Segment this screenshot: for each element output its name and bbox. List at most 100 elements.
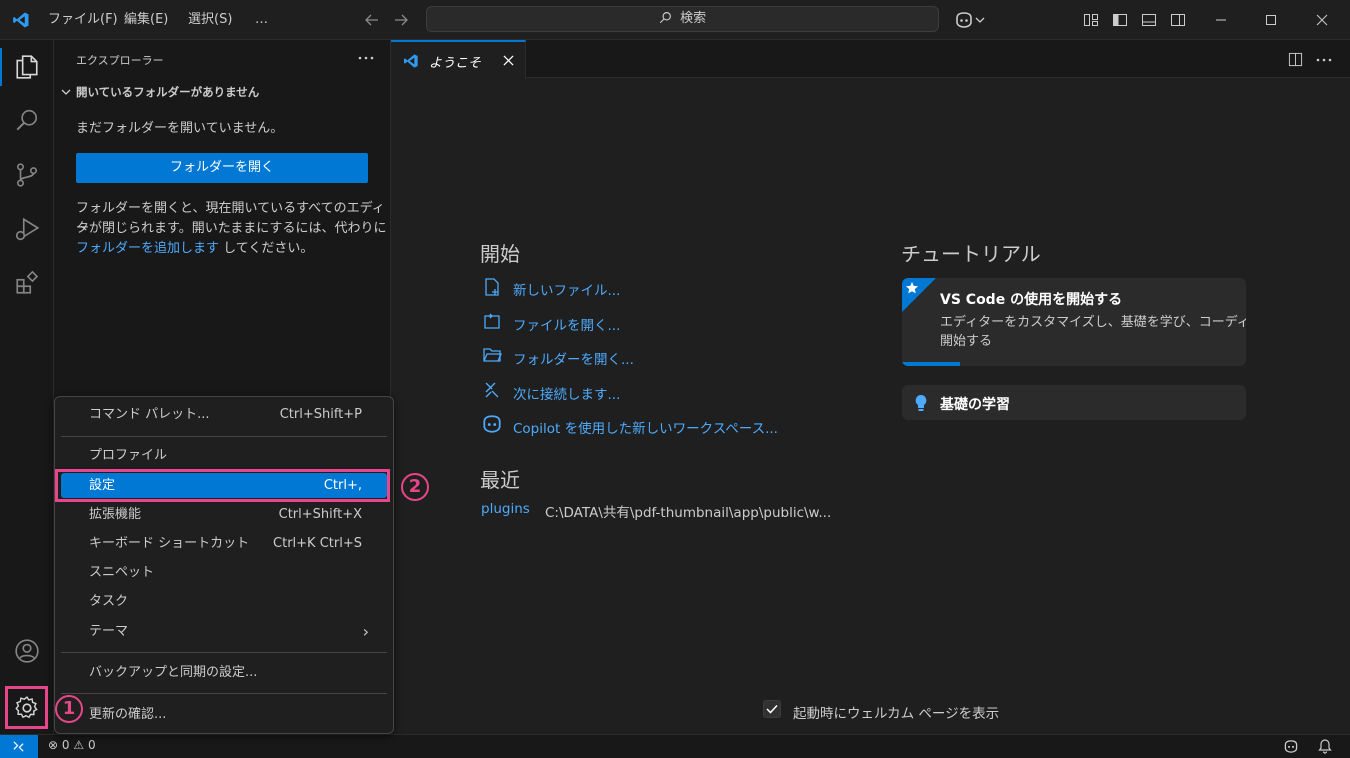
extensions-icon[interactable] xyxy=(14,270,40,296)
copilot-icon[interactable] xyxy=(954,11,974,29)
menu-item-command-palette[interactable]: コマンド パレット... Ctrl+Shift+P xyxy=(61,402,387,427)
editor-tab-bar: ようこそ xyxy=(391,40,1350,79)
source-control-icon[interactable] xyxy=(14,162,40,188)
tutorial-card-desc-line2: 開始する xyxy=(940,334,993,349)
more-actions-icon[interactable] xyxy=(358,53,374,63)
search-icon xyxy=(659,12,671,24)
vscode-logo-icon xyxy=(404,54,418,68)
folder-info-suffix: してください。 xyxy=(219,241,314,256)
remote-connect-icon xyxy=(485,382,499,398)
menu-item-extensions[interactable]: 拡張機能 Ctrl+Shift+X xyxy=(61,502,387,527)
chevron-down-icon[interactable] xyxy=(60,86,72,98)
toggle-primary-sidebar-icon[interactable] xyxy=(1112,12,1128,28)
new-file-icon xyxy=(485,278,499,296)
warning-count: 0 xyxy=(87,738,96,752)
add-folder-link[interactable]: フォルダーを追加します xyxy=(76,241,219,256)
chevron-down-icon[interactable] xyxy=(975,15,985,25)
manage-menu: コマンド パレット... Ctrl+Shift+P プロファイル 設定 Ctrl+,… xyxy=(54,396,394,734)
menu-item-snippets[interactable]: スニペット xyxy=(61,560,387,585)
menu-file[interactable]: ファイル(F) xyxy=(48,0,118,40)
menu-item-label: プロファイル xyxy=(89,448,168,463)
start-heading: 開始 xyxy=(480,242,520,266)
show-on-startup-label: 起動時にウェルカム ページを表示 xyxy=(793,706,1000,722)
forward-arrow-icon[interactable] xyxy=(393,12,409,28)
menu-item-check-updates[interactable]: 更新の確認... xyxy=(61,702,387,727)
menu-item-shortcut: Ctrl+Shift+X xyxy=(278,507,362,522)
toggle-panel-icon[interactable] xyxy=(1141,12,1157,28)
sidebar-title: エクスプローラー xyxy=(76,54,164,67)
show-on-startup-checkbox[interactable] xyxy=(763,700,781,718)
copilot-icon[interactable] xyxy=(1283,739,1299,754)
menu-item-themes[interactable]: テーマ › xyxy=(61,619,387,644)
problems-indicator[interactable]: ⊗ 0 ⚠ 0 xyxy=(48,738,96,752)
status-bar: ⊗ 0 ⚠ 0 xyxy=(0,734,1350,758)
explorer-icon[interactable] xyxy=(14,54,40,80)
tutorial-fundamentals-label: 基礎の学習 xyxy=(940,397,1010,413)
start-new-file-link[interactable]: 新しいファイル... xyxy=(513,279,620,299)
open-folder-button[interactable]: フォルダーを開く xyxy=(76,153,368,183)
minimize-icon[interactable] xyxy=(1215,14,1227,26)
menu-more[interactable]: … xyxy=(255,0,268,40)
menu-item-label: タスク xyxy=(89,594,129,609)
lightbulb-icon xyxy=(915,395,927,411)
tutorial-card-get-started[interactable]: VS Code の使用を開始する エディターをカスタマイズし、基礎を学び、コーデ… xyxy=(902,278,1246,366)
tab-label: ようこそ xyxy=(429,56,482,71)
toggle-secondary-sidebar-icon[interactable] xyxy=(1170,12,1186,28)
menu-separator xyxy=(61,436,387,437)
warning-icon: ⚠ xyxy=(73,738,85,752)
error-icon: ⊗ xyxy=(48,738,59,752)
remote-indicator[interactable] xyxy=(0,735,38,758)
menu-edit[interactable]: 編集(E) xyxy=(124,0,168,40)
callout-step-1: 1 xyxy=(55,695,83,723)
recent-heading: 最近 xyxy=(480,468,520,492)
tab-welcome[interactable]: ようこそ xyxy=(391,40,526,79)
tutorial-card-desc-line1: エディターをカスタマイズし、基礎を学び、コーディングを xyxy=(940,315,1246,330)
menu-item-backup-sync[interactable]: バックアップと同期の設定... xyxy=(61,660,387,685)
search-view-icon[interactable] xyxy=(14,108,40,134)
tutorial-progress-bar xyxy=(902,362,961,366)
command-center-search[interactable]: 検索 xyxy=(426,6,939,32)
menu-item-label: テーマ xyxy=(89,624,129,639)
menu-item-label: 更新の確認... xyxy=(89,707,167,722)
notifications-bell-icon[interactable] xyxy=(1318,739,1332,754)
open-file-icon xyxy=(484,313,500,329)
vscode-logo-icon xyxy=(13,12,29,28)
start-open-file-link[interactable]: ファイルを開く... xyxy=(513,314,620,334)
menu-item-shortcut: Ctrl+Shift+P xyxy=(279,407,362,422)
recent-item-link[interactable]: plugins xyxy=(481,501,530,517)
no-folder-section-header[interactable]: 開いているフォルダーがありません xyxy=(76,84,259,100)
more-actions-icon[interactable] xyxy=(1316,55,1332,65)
submenu-chevron-icon: › xyxy=(362,622,369,641)
checkmark-icon xyxy=(766,704,778,714)
close-window-icon[interactable] xyxy=(1316,14,1328,26)
menu-item-label: 拡張機能 xyxy=(89,507,142,522)
maximize-icon[interactable] xyxy=(1265,14,1277,26)
start-connect-link[interactable]: 次に接続します... xyxy=(513,383,620,403)
start-open-folder-link[interactable]: フォルダーを開く... xyxy=(513,348,634,368)
accounts-icon[interactable] xyxy=(14,638,40,664)
highlight-gear-box xyxy=(5,686,48,729)
start-copilot-workspace-link[interactable]: Copilot を使用した新しいワークスペース... xyxy=(513,417,778,437)
menu-item-label: バックアップと同期の設定... xyxy=(89,665,258,680)
folder-info-line2: ーが閉じられます。開いたままにするには、代わりに xyxy=(76,221,387,236)
menu-separator xyxy=(61,652,387,653)
menu-item-profiles[interactable]: プロファイル xyxy=(61,443,387,468)
menu-selection[interactable]: 選択(S) xyxy=(188,0,232,40)
tutorial-heading: チュートリアル xyxy=(901,242,1041,266)
remote-icon xyxy=(13,741,24,752)
open-folder-icon xyxy=(483,348,502,362)
menu-item-keyboard-shortcuts[interactable]: キーボード ショートカット Ctrl+K Ctrl+S xyxy=(61,531,387,556)
callout-step-2: 2 xyxy=(401,473,429,501)
star-icon xyxy=(905,281,919,294)
tutorial-card-fundamentals[interactable]: 基礎の学習 xyxy=(902,385,1246,420)
close-tab-icon[interactable] xyxy=(503,55,514,66)
customize-layout-icon[interactable] xyxy=(1083,12,1099,28)
menu-separator xyxy=(61,693,387,694)
back-arrow-icon[interactable] xyxy=(364,12,380,28)
active-indicator xyxy=(0,48,2,86)
run-debug-icon[interactable] xyxy=(14,216,40,242)
welcome-page: 開始 新しいファイル... ファイルを開く... フォルダーを開く... 次に接… xyxy=(391,78,1350,734)
search-placeholder: 検索 xyxy=(680,11,707,26)
menu-item-tasks[interactable]: タスク xyxy=(61,589,387,614)
split-editor-icon[interactable] xyxy=(1288,52,1303,67)
